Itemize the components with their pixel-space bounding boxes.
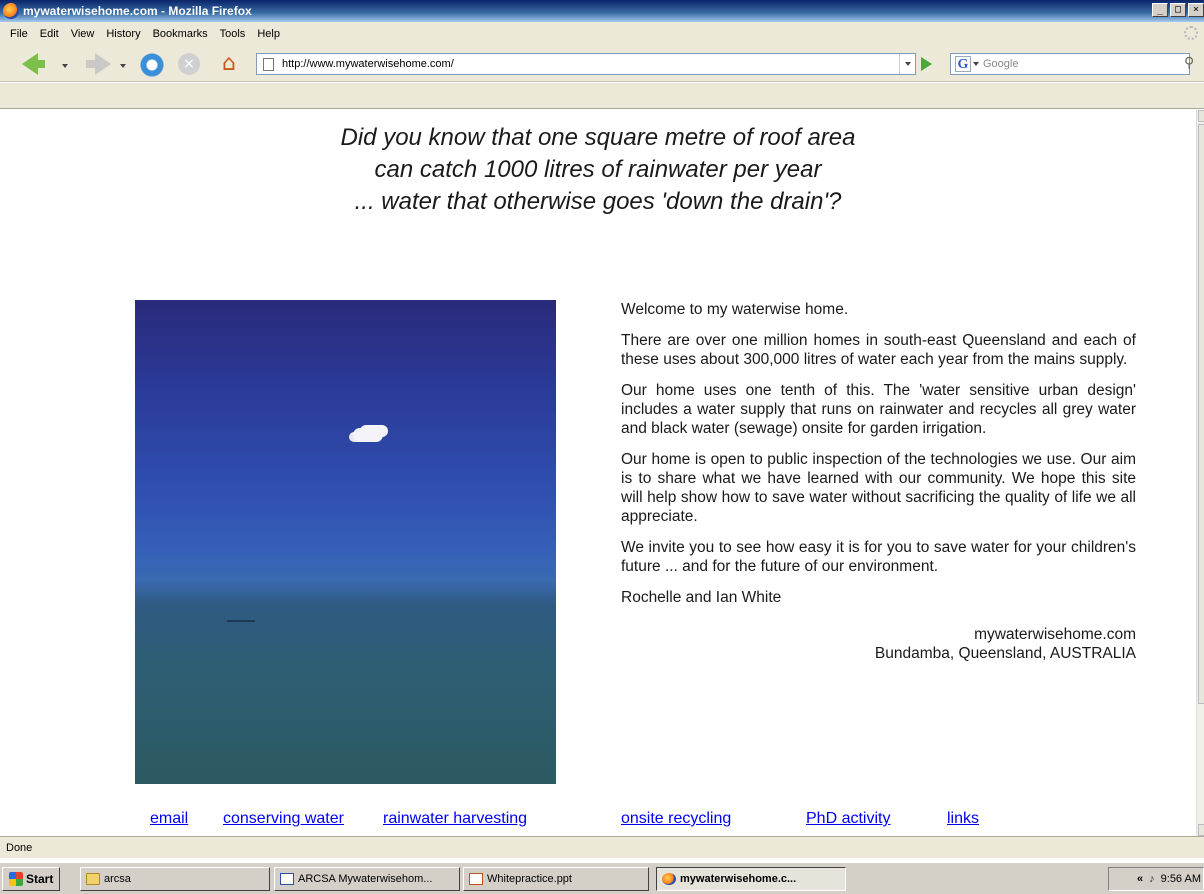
author-names: Rochelle and Ian White [621,589,782,606]
menu-edit[interactable]: Edit [34,28,65,40]
word-document-icon [280,873,294,885]
taskbar-item-word-doc[interactable]: ARCSA Mywaterwisehom... [274,867,460,891]
taskbar-item-powerpoint[interactable]: Whitepractice.ppt [463,867,649,891]
headline-line-1: Did you know that one square metre of ro… [340,124,856,151]
forward-history-dropdown-icon[interactable] [120,64,126,68]
back-arrow-tail [36,60,45,68]
headline: Did you know that one square metre of ro… [0,122,1196,218]
distant-boat-shape [227,620,255,622]
home-icon[interactable]: ⌂ [222,53,246,75]
menu-file[interactable]: File [4,28,34,40]
taskbar-item-label: arcsa [104,873,131,885]
signoff: mywaterwisehome.com Bundamba, Queensland… [621,625,1136,663]
taskbar-item-label: ARCSA Mywaterwisehom... [298,873,433,885]
search-magnifier-icon[interactable]: ⚲ [1184,55,1194,71]
status-text: Done [6,841,33,854]
intro-text: Welcome to my waterwise home. There are … [621,300,1136,663]
navigation-toolbar: × ⌂ http://www.mywaterwisehome.com/ G Go… [0,46,1204,82]
headline-line-2: can catch 1000 litres of rainwater per y… [374,156,822,183]
search-box[interactable]: G Google [950,53,1190,75]
close-button[interactable]: × [1188,3,1204,17]
address-dropdown-icon[interactable] [899,54,915,74]
system-tray: « ♪ 9:56 AM [1108,867,1204,891]
start-button[interactable]: Start [2,866,61,891]
maximize-button[interactable]: □ [1170,3,1186,17]
taskbar-item-firefox[interactable]: mywaterwisehome.c... [656,867,846,891]
google-engine-icon[interactable]: G [955,56,971,72]
reload-icon[interactable] [140,53,164,77]
taskbar-item-label: Whitepractice.ppt [487,873,572,885]
speaker-icon[interactable]: ♪ [1149,873,1155,885]
paragraph-inspection: Our home is open to public inspection of… [621,451,1136,525]
firefox-icon [662,873,676,885]
back-history-dropdown-icon[interactable] [62,64,68,68]
address-bar[interactable]: http://www.mywaterwisehome.com/ [256,53,916,75]
link-email[interactable]: email [150,810,188,828]
window-controls: _ □ × [1152,3,1204,17]
throbber-icon [1184,26,1198,40]
stop-icon[interactable]: × [178,53,200,75]
powerpoint-icon [469,873,483,885]
windows-logo-icon [9,871,23,886]
scroll-up-arrow[interactable] [1198,110,1204,122]
taskbar-item-arcsa[interactable]: arcsa [80,867,270,891]
status-bar: Done [0,836,1204,858]
link-onsite-recycling[interactable]: onsite recycling [621,810,731,828]
minimize-button[interactable]: _ [1152,3,1168,17]
paragraph-homes: There are over one million homes in sout… [621,332,1136,368]
page-icon [263,57,274,71]
site-nav-links: email conserving water rainwater harvest… [0,810,1196,834]
sky-ocean-photo [135,300,556,784]
clock[interactable]: 9:56 AM [1161,873,1201,885]
link-phd-activity[interactable]: PhD activity [806,810,890,828]
welcome-paragraph: Welcome to my waterwise home. [621,301,849,318]
vertical-scrollbar[interactable] [1196,110,1204,836]
engine-dropdown-icon[interactable] [973,62,979,66]
window-title: mywaterwisehome.com - Mozilla Firefox [23,4,252,18]
link-conserving-water[interactable]: conserving water [223,810,344,828]
start-label: Start [26,871,54,886]
address-url[interactable]: http://www.mywaterwisehome.com/ [282,58,899,70]
menu-help[interactable]: Help [251,28,286,40]
windows-taskbar: Start arcsa ARCSA Mywaterwisehom... Whit… [0,862,1204,894]
tray-expand-button[interactable]: « [1137,873,1143,885]
forward-arrow-icon[interactable] [95,53,111,75]
search-placeholder[interactable]: Google [983,58,1018,70]
menu-history[interactable]: History [100,28,146,40]
forward-arrow-tail [86,60,95,68]
menu-view[interactable]: View [65,28,101,40]
signoff-location: Bundamba, Queensland, AUSTRALIA [874,645,1136,662]
window-titlebar: mywaterwisehome.com - Mozilla Firefox _ … [0,0,1204,22]
menu-bookmarks[interactable]: Bookmarks [147,28,214,40]
firefox-icon [3,3,19,19]
paragraph-invite: We invite you to see how easy it is for … [621,539,1136,575]
menu-bar: File Edit View History Bookmarks Tools H… [0,22,1204,46]
taskbar-item-label: mywaterwisehome.c... [680,873,797,885]
link-rainwater-harvesting[interactable]: rainwater harvesting [383,810,527,828]
bookmarks-toolbar [0,83,1204,109]
signoff-site: mywaterwisehome.com [974,626,1136,643]
page-viewport: Did you know that one square metre of ro… [0,110,1196,836]
link-links[interactable]: links [947,810,979,828]
cloud-shape [353,428,383,442]
menu-tools[interactable]: Tools [214,28,252,40]
paragraph-design: Our home uses one tenth of this. The 'wa… [621,382,1136,437]
go-arrow-icon[interactable] [921,57,932,71]
headline-line-3: ... water that otherwise goes 'down the … [354,188,842,215]
scroll-thumb[interactable] [1198,124,1204,704]
folder-icon [86,873,100,885]
scroll-down-arrow[interactable] [1198,824,1204,836]
